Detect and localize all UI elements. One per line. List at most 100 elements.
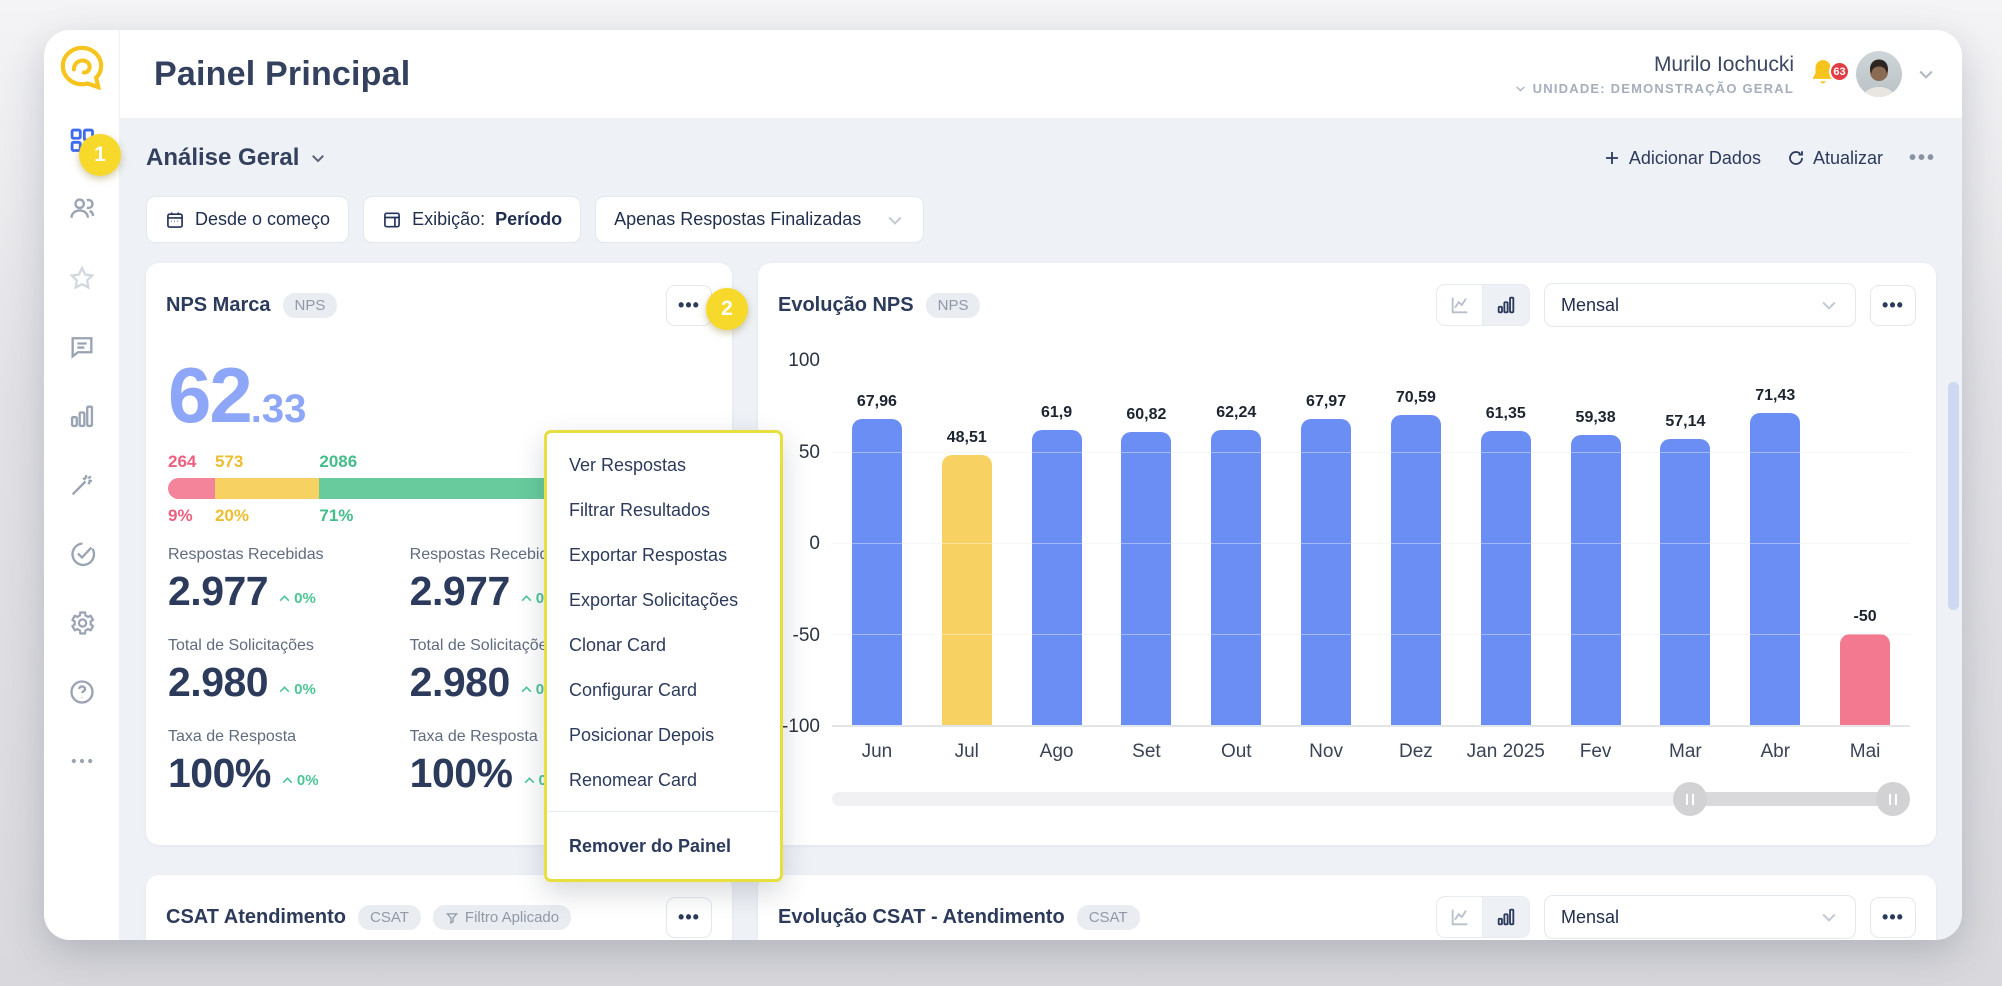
x-axis-label: Fev (1579, 741, 1612, 762)
stat-item: Respostas Recebidas 2.9770% (410, 546, 566, 615)
page-title: Painel Principal (154, 54, 411, 93)
csat-evolution-type-badge: CSAT (1076, 904, 1140, 930)
menu-item-clonar-card[interactable]: Clonar Card (547, 623, 780, 668)
bar-chart-toggle-button[interactable] (1483, 896, 1530, 938)
date-range-filter[interactable]: Desde o começo (146, 196, 350, 243)
dashboard-selector[interactable]: Análise Geral (146, 144, 327, 172)
csat-atendimento-card: CSAT Atendimento CSAT Filtro Aplicado ••… (146, 875, 732, 940)
unit-label: UNIDADE: DEMONSTRAÇÃO GERAL (1532, 80, 1794, 96)
stat-delta: 0% (278, 590, 316, 607)
stat-value-row: 2.977 0% (168, 568, 324, 615)
app-logo-icon[interactable] (59, 44, 105, 91)
nps-card-menu-button[interactable]: ••• (666, 285, 712, 326)
period-select[interactable]: Mensal (1544, 283, 1856, 327)
bar-value-label: 67,96 (856, 393, 897, 411)
stat-label: Total de Solicitações (168, 637, 314, 654)
chart-bar-nov[interactable] (1301, 419, 1352, 725)
more-dots-icon[interactable] (68, 747, 96, 775)
menu-item-exportar-solicita-es[interactable]: Exportar Solicitações (547, 578, 780, 623)
section-more-button[interactable]: ••• (1909, 147, 1936, 170)
add-data-button[interactable]: Adicionar Dados (1603, 148, 1761, 169)
menu-item-filtrar-resultados[interactable]: Filtrar Resultados (547, 488, 780, 533)
unit-selector[interactable]: UNIDADE: DEMONSTRAÇÃO GERAL (1514, 81, 1794, 96)
check-circle-icon[interactable] (68, 540, 96, 568)
chevron-down-icon (888, 216, 902, 225)
star-icon[interactable] (68, 264, 96, 292)
x-axis-label: Mai (1849, 741, 1881, 762)
chart-bar-out[interactable] (1211, 429, 1262, 725)
help-circle-icon[interactable] (68, 678, 96, 706)
evolution-card-title: Evolução NPS (778, 293, 914, 316)
chart-bar-dez[interactable] (1390, 414, 1441, 725)
chart-bar-jul[interactable] (941, 454, 992, 725)
stat-value-row: 2.9800% (410, 659, 566, 706)
y-tick-label: 50 (798, 441, 820, 463)
y-tick-label: 0 (809, 533, 820, 554)
segment-percentage: 71% (319, 506, 354, 525)
bar-value-label: 57,14 (1665, 413, 1706, 431)
chart-bar-jan-2025[interactable] (1480, 431, 1531, 725)
csat-card-menu-button[interactable]: ••• (666, 897, 712, 938)
evolucao-csat-card: Evolução CSAT - Atendimento CSAT Mensal … (758, 875, 1936, 940)
bar-value-label: 48,51 (946, 428, 987, 446)
filter-applied-badge: Filtro Aplicado (432, 905, 572, 930)
gridline-overlay (832, 452, 1910, 453)
chart-bar-jun[interactable] (851, 419, 902, 725)
notifications-button[interactable]: 63 (1808, 57, 1850, 91)
users-icon[interactable] (68, 195, 96, 223)
menu-item-ver-respostas[interactable]: Ver Respostas (547, 443, 780, 488)
display-mode-filter[interactable]: Exibição: Período (363, 196, 582, 243)
calendar-icon (167, 212, 183, 228)
segment-percentage: 20% (214, 506, 249, 525)
slider-selected-range[interactable] (1683, 792, 1900, 806)
stat-label: Total de Solicitações (409, 637, 556, 654)
chart-bar-mai[interactable] (1840, 634, 1891, 725)
nps-type-badge: NPS (282, 293, 338, 318)
chart-bar-fev[interactable] (1570, 434, 1621, 725)
stat-label: Respostas Recebidas (168, 546, 324, 563)
menu-item-configurar-card[interactable]: Configurar Card (547, 668, 780, 713)
stat-delta: 0% (278, 681, 316, 698)
menu-item-renomear-card[interactable]: Renomear Card (547, 758, 780, 803)
stat-value: 2.980 (409, 659, 511, 705)
user-meta: Murilo Iochucki UNIDADE: DEMONSTRAÇÃO GE… (1514, 53, 1794, 96)
line-chart-toggle-button[interactable] (1436, 284, 1483, 326)
chevron-down-icon (1822, 913, 1836, 922)
chart-bar-mar[interactable] (1660, 439, 1711, 725)
chart-bar-ago[interactable] (1031, 430, 1082, 725)
stat-delta-value: 0% (294, 681, 316, 698)
stats-column-right: Respostas Recebidas 2.9770% Total de Solic… (410, 546, 566, 819)
avatar[interactable] (1856, 51, 1902, 97)
refresh-label: Atualizar (1812, 147, 1883, 168)
chart-bar-abr[interactable] (1750, 413, 1801, 725)
segment-percentage: 9% (168, 506, 193, 525)
x-axis-label: Nov (1309, 741, 1343, 762)
refresh-button[interactable]: Atualizar (1787, 148, 1883, 169)
chevron-down-icon (312, 155, 325, 163)
menu-item-remover-do-painel[interactable]: Remover do Painel (547, 820, 780, 869)
gear-icon[interactable] (68, 609, 96, 637)
slider-handle-right[interactable] (1876, 782, 1910, 816)
responses-filter[interactable]: Apenas Respostas Finalizadas (595, 196, 925, 243)
bar-value-label: 62,24 (1216, 403, 1257, 421)
comments-icon[interactable] (68, 333, 96, 361)
segment-count: 264 (168, 452, 197, 471)
csat-period-select[interactable]: Mensal (1544, 895, 1856, 939)
csat-evolution-menu-button[interactable]: ••• (1870, 896, 1916, 938)
stat-item: Taxa de Resposta 100% 0% (168, 728, 324, 797)
evolution-card-menu-button[interactable]: ••• (1870, 284, 1916, 326)
bar-chart-toggle-button[interactable] (1483, 284, 1530, 326)
magic-wand-icon[interactable] (68, 471, 96, 499)
slider-handle-left[interactable] (1672, 782, 1707, 816)
bar-value-label: 60,82 (1126, 406, 1167, 424)
scrollbar[interactable] (1948, 382, 1959, 610)
menu-item-exportar-respostas[interactable]: Exportar Respostas (547, 533, 780, 578)
bar-chart-icon[interactable] (68, 402, 96, 430)
menu-item-posicionar-depois[interactable]: Posicionar Depois (547, 713, 780, 758)
user-name: Murilo Iochucki (1653, 52, 1794, 76)
user-menu-chevron-icon[interactable] (1916, 64, 1936, 84)
bar-chart-icon (1497, 908, 1515, 926)
line-chart-toggle-button[interactable] (1436, 896, 1483, 938)
cards-row-top: NPS Marca NPS ••• 62.33 264 573 2086 9% 20%… (146, 263, 1936, 845)
chart-bar-set[interactable] (1121, 432, 1172, 725)
